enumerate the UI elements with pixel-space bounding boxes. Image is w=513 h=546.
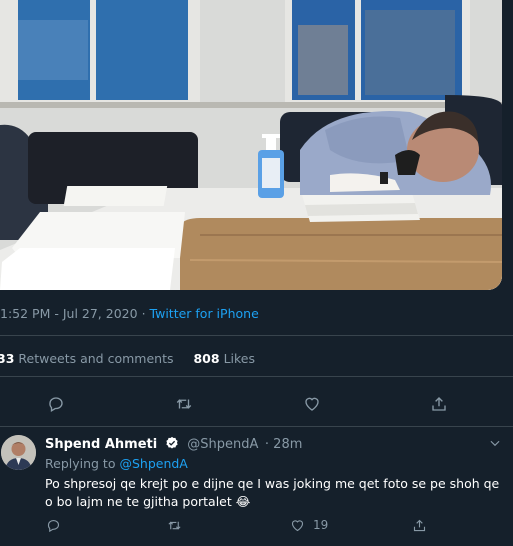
replying-to-handle[interactable]: @ShpendA [119, 456, 187, 471]
reply-reply-button[interactable] [46, 516, 69, 534]
heart-icon [305, 397, 319, 411]
reply-body: Po shpresoj qe krejt po e dijne qe I was… [45, 476, 500, 509]
tweet-action-bar [0, 390, 513, 418]
like-button[interactable] [298, 390, 326, 418]
retweet-icon [168, 521, 181, 529]
reply-like-button[interactable]: 19 [290, 516, 328, 534]
retweets-stat[interactable]: 33 Retweets and comments [0, 351, 174, 366]
tweet-source[interactable]: Twitter for iPhone [150, 306, 259, 321]
author-handle[interactable]: @ShpendA [187, 437, 258, 452]
tweet-date[interactable]: Jul 27, 2020 [63, 306, 138, 321]
share-icon [413, 519, 426, 531]
verified-badge-icon [166, 436, 178, 449]
retweet-icon [176, 399, 192, 409]
likes-stat[interactable]: 808 Likes [193, 351, 255, 366]
reply-share-button[interactable] [412, 516, 435, 534]
tweet-timestamp[interactable]: 1:52 PM - Jul 27, 2020 · Twitter for iPh… [0, 306, 259, 321]
tweet-time[interactable]: 1:52 PM [0, 306, 50, 321]
reply-icon [49, 397, 63, 412]
tweet-photo[interactable] [0, 0, 502, 290]
reply-icon [47, 519, 60, 532]
meta-separator: · [141, 306, 146, 321]
reply-text: Po shpresoj qe krejt po e dijne qe I was… [45, 475, 505, 511]
retweet-button[interactable] [170, 390, 198, 418]
replying-label: Replying to [45, 456, 116, 471]
retweets-count: 33 [0, 351, 15, 366]
likes-label: Likes [223, 351, 255, 366]
display-name[interactable]: Shpend Ahmeti [45, 437, 157, 452]
share-icon [432, 397, 446, 411]
reply-retweet-button[interactable] [167, 516, 190, 534]
divider [0, 335, 513, 336]
reply-time[interactable]: · 28m [265, 437, 302, 452]
reply-tweet[interactable]: Shpend Ahmeti @ShpendA · 28m Replying to… [0, 430, 513, 546]
tears-of-joy-emoji: 😂 [235, 494, 251, 509]
divider [0, 376, 513, 377]
avatar[interactable] [1, 435, 36, 470]
reply-author: Shpend Ahmeti @ShpendA · 28m [45, 436, 302, 452]
replying-to: Replying to @ShpendA [45, 456, 188, 471]
reply-button[interactable] [42, 390, 70, 418]
share-button[interactable] [425, 390, 453, 418]
chevron-down-icon[interactable] [488, 436, 502, 450]
reply-action-bar: 19 [0, 516, 513, 536]
heart-icon [291, 519, 304, 531]
likes-count: 808 [193, 351, 220, 366]
retweets-label: Retweets and comments [18, 351, 174, 366]
reply-like-count: 19 [313, 518, 329, 532]
tweet-stats: 33 Retweets and comments 808 Likes [0, 351, 255, 366]
divider [0, 426, 513, 427]
